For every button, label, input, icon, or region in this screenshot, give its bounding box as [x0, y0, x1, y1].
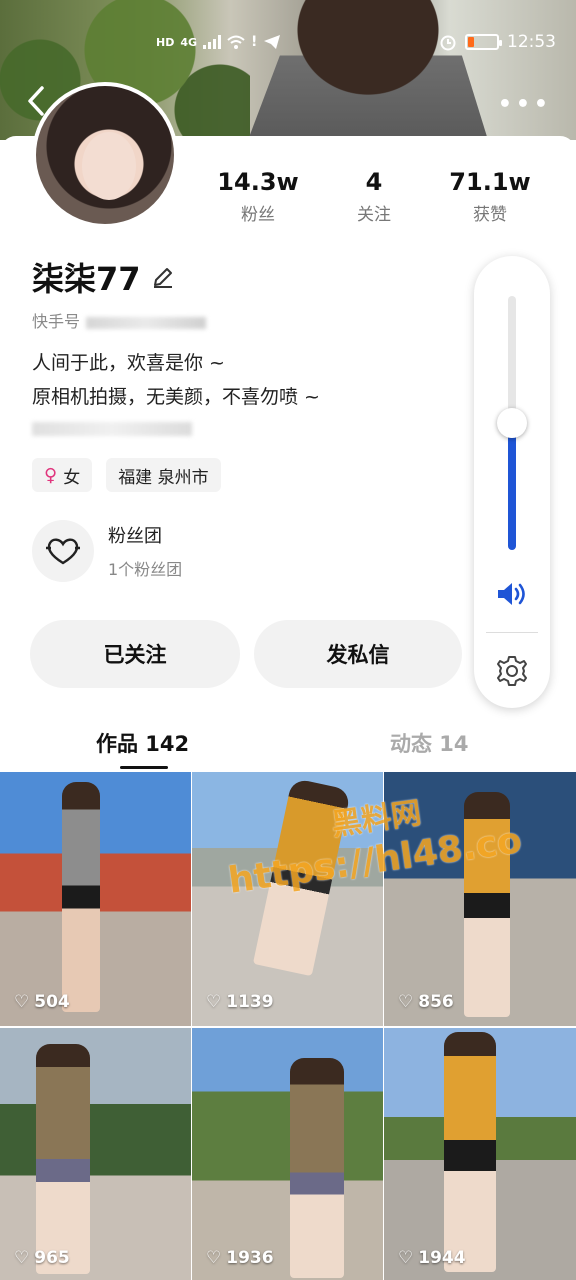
tab-active-indicator	[120, 766, 168, 769]
likes-value: 965	[34, 1248, 70, 1268]
kuaishou-id: 快手号	[32, 308, 207, 332]
gear-icon[interactable]	[495, 654, 529, 688]
speaker-icon[interactable]	[496, 580, 528, 608]
profile-name: 柒柒77	[32, 260, 141, 298]
bio: 人间于此，欢喜是你 ~ 原相机拍摄，无美颜，不喜勿喷 ~	[32, 346, 320, 436]
likes-count: ♡ 504	[14, 992, 70, 1012]
bio-line-redacted	[32, 422, 192, 436]
location-tag: 福建 泉州市	[106, 458, 221, 492]
likes-count: ♡ 1139	[206, 992, 274, 1012]
wifi-icon	[227, 35, 245, 49]
stat-fans-label: 粉丝	[241, 205, 275, 225]
content-tabs: 作品 142 动态 14	[0, 724, 576, 770]
heart-icon: ♡	[398, 1248, 414, 1268]
more-options-button[interactable]: •••	[498, 92, 552, 117]
volume-level-fill	[508, 423, 516, 550]
stat-following-label: 关注	[357, 205, 391, 225]
likes-value: 1936	[226, 1248, 274, 1268]
more-icon: •••	[497, 92, 552, 117]
stat-likes[interactable]: 71.1w 获赞	[432, 168, 548, 225]
female-icon: ♀	[44, 464, 58, 486]
bio-line-1: 人间于此，欢喜是你 ~	[32, 352, 225, 374]
avatar[interactable]	[32, 82, 178, 228]
tab-feed[interactable]: 动态 14	[390, 728, 469, 758]
volume-panel-divider	[486, 632, 538, 633]
status-bar: HD 4G ! 12:53	[0, 30, 576, 58]
fan-club-entry[interactable]: 粉丝团 1个粉丝团	[32, 520, 182, 582]
video-thumbnail[interactable]: ♡ 1944	[384, 1028, 576, 1280]
stat-likes-label: 获赞	[473, 205, 507, 225]
stat-fans-value: 14.3w	[217, 168, 299, 196]
tags-row: ♀ 女 福建 泉州市	[32, 458, 221, 492]
location-label: 福建 泉州市	[118, 467, 209, 488]
hd-indicator: HD	[156, 35, 175, 49]
heart-icon: ♡	[398, 992, 414, 1012]
tab-works[interactable]: 作品 142	[96, 728, 189, 758]
video-thumbnail[interactable]: ♡ 504	[0, 772, 191, 1026]
stat-likes-value: 71.1w	[449, 168, 531, 196]
stat-following-value: 4	[365, 168, 383, 196]
video-thumbnail[interactable]: ♡ 1936	[192, 1028, 383, 1280]
likes-value: 856	[418, 992, 454, 1012]
fan-club-icon-wrap	[32, 520, 94, 582]
fan-club-subtitle: 1个粉丝团	[108, 560, 183, 579]
heart-icon: ♡	[206, 992, 222, 1012]
likes-count: ♡ 856	[398, 992, 454, 1012]
kuaishou-id-label: 快手号	[32, 312, 81, 331]
alarm-icon	[440, 35, 456, 51]
name-row: 柒柒77	[32, 254, 175, 300]
likes-count: ♡ 1936	[206, 1248, 274, 1268]
edit-pencil-icon[interactable]	[151, 265, 175, 289]
stat-following[interactable]: 4 关注	[316, 168, 432, 225]
gender-tag: ♀ 女	[32, 458, 93, 492]
heart-icon: ♡	[14, 992, 30, 1012]
battery-icon	[465, 34, 502, 50]
bio-line-2: 原相机拍摄，无美颜，不喜勿喷 ~	[32, 386, 320, 408]
heart-mask-icon	[46, 538, 80, 565]
gender-label: 女	[63, 467, 81, 488]
fan-club-title: 粉丝团	[108, 526, 162, 547]
stat-fans[interactable]: 14.3w 粉丝	[200, 168, 316, 225]
video-thumbnail[interactable]: ♡ 965	[0, 1028, 191, 1280]
likes-value: 1944	[418, 1248, 466, 1268]
signal-icon	[203, 35, 222, 49]
kuaishou-id-redacted	[86, 316, 207, 329]
likes-value: 504	[34, 992, 70, 1012]
heart-icon: ♡	[206, 1248, 222, 1268]
network-indicator: 4G	[180, 35, 198, 49]
volume-panel	[474, 256, 550, 708]
followed-button[interactable]: 已关注	[30, 620, 240, 688]
heart-icon: ♡	[14, 1248, 30, 1268]
stats-row: 14.3w 粉丝 4 关注 71.1w 获赞	[200, 168, 576, 225]
likes-count: ♡ 1944	[398, 1248, 466, 1268]
alert-icon: !	[251, 34, 258, 50]
likes-count: ♡ 965	[14, 1248, 70, 1268]
cover-person	[248, 0, 488, 140]
clock: 12:53	[507, 32, 556, 52]
volume-slider-thumb[interactable]	[497, 408, 527, 438]
send-message-button[interactable]: 发私信	[254, 620, 462, 688]
likes-value: 1139	[226, 992, 274, 1012]
telegram-icon	[264, 35, 281, 49]
